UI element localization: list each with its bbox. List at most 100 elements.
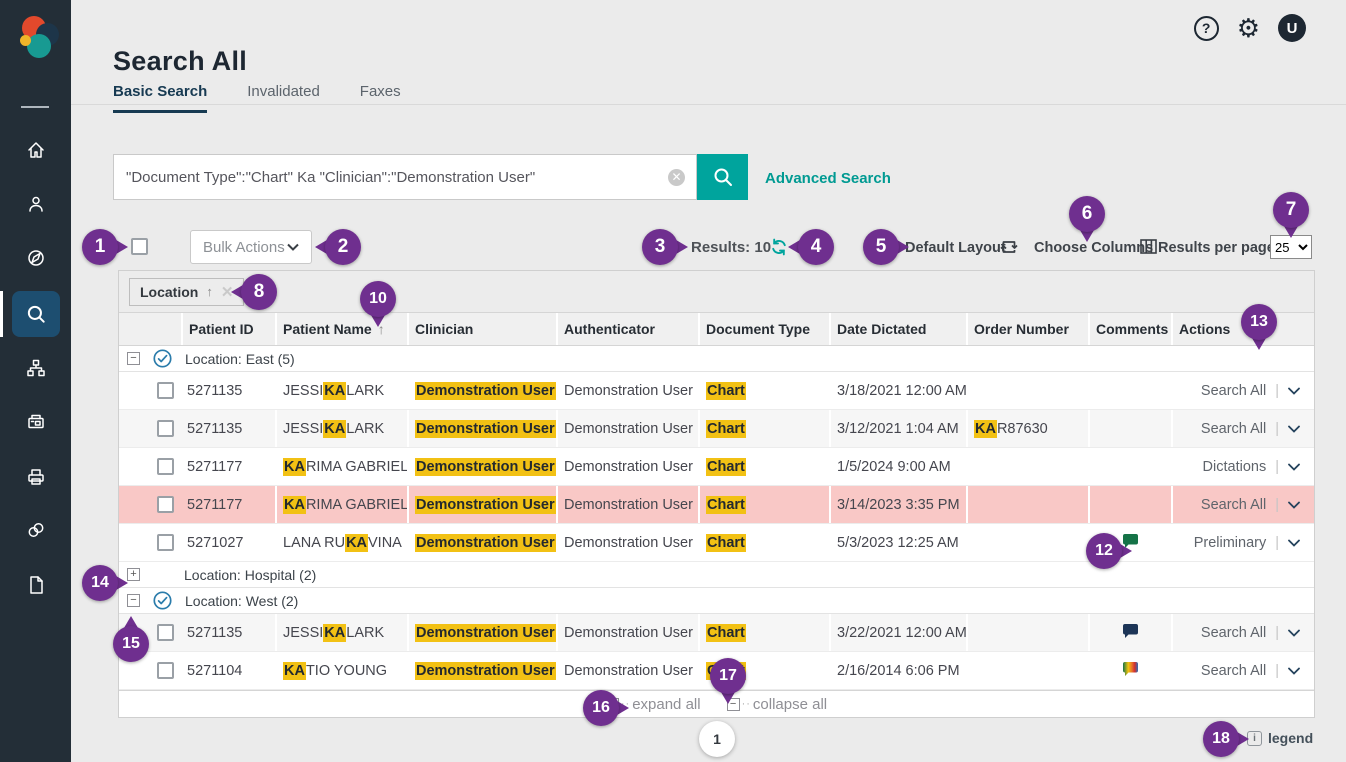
tab-invalidated[interactable]: Invalidated	[247, 83, 320, 113]
highlighted-text: Demonstration User	[415, 624, 556, 642]
group-selected-check-icon[interactable]	[153, 349, 172, 368]
column-header-authenticator[interactable]: Authenticator	[556, 313, 698, 345]
row-actions-cell: Search All|	[1171, 372, 1314, 409]
row-actions-chevron-icon[interactable]	[1288, 663, 1300, 679]
callout-number: 17	[710, 658, 746, 694]
callout-number: 13	[1241, 304, 1277, 340]
table-body: −Location: East (5)5271135JESSIKA LARKDe…	[119, 346, 1314, 690]
column-header-patient-id[interactable]: Patient ID	[181, 313, 275, 345]
date-dictated-cell: 3/14/2023 3:35 PM	[829, 486, 966, 523]
action-separator: |	[1275, 625, 1279, 641]
printer-icon[interactable]	[0, 455, 71, 499]
callout-badge-16: 16	[583, 690, 619, 726]
help-icon[interactable]: ?	[1194, 16, 1219, 41]
select-all-checkbox[interactable]	[131, 238, 148, 255]
document-icon[interactable]	[0, 563, 71, 607]
row-action-link[interactable]: Dictations	[1203, 459, 1267, 475]
column-header-document-type[interactable]: Document Type	[698, 313, 829, 345]
legend-button[interactable]: i legend	[1247, 730, 1313, 746]
callout-number: 8	[241, 274, 277, 310]
table-row: 5271027LANA RUKAVINADemonstration UserDe…	[119, 524, 1314, 562]
row-actions-cell: Search All |	[1171, 410, 1314, 447]
row-action-link[interactable]: Search All	[1201, 497, 1266, 513]
choose-columns-button[interactable]: Choose Columns	[1034, 240, 1153, 256]
highlighted-text: Demonstration User	[415, 496, 556, 514]
row-actions-chevron-icon[interactable]	[1288, 625, 1300, 641]
column-header-clinician[interactable]: Clinician	[407, 313, 556, 345]
bulk-actions-dropdown[interactable]: Bulk Actions	[190, 230, 312, 264]
authenticator-cell: Demonstration User	[556, 448, 698, 485]
authenticator-cell: Demonstration User	[556, 652, 698, 689]
row-actions-chevron-icon[interactable]	[1288, 383, 1300, 399]
row-actions-chevron-icon[interactable]	[1288, 535, 1300, 551]
row-checkbox-cell	[149, 448, 181, 485]
collapse-all-button[interactable]: −··collapse all	[727, 696, 828, 713]
compass-icon[interactable]	[0, 236, 71, 280]
text: LARK	[346, 625, 384, 641]
row-action-link[interactable]: Search All	[1201, 421, 1266, 437]
action-separator: |	[1275, 421, 1279, 437]
search-input[interactable]	[113, 154, 697, 200]
link-icon[interactable]	[0, 508, 71, 552]
gear-icon[interactable]: ⚙	[1237, 15, 1260, 41]
row-action-link[interactable]: Search All	[1201, 625, 1266, 641]
user-icon[interactable]	[0, 182, 71, 226]
group-selected-check-icon[interactable]	[153, 591, 172, 610]
tab-basic-search[interactable]: Basic Search	[113, 83, 207, 113]
group-by-chip-location[interactable]: Location ↑ ✕	[129, 278, 244, 306]
header-spacer-checkbox	[149, 313, 181, 345]
column-header-date-dictated[interactable]: Date Dictated	[829, 313, 966, 345]
home-icon[interactable]	[0, 128, 71, 172]
columns-icon[interactable]	[1140, 239, 1157, 259]
column-header-label: Actions	[1179, 321, 1230, 337]
row-checkbox[interactable]	[157, 534, 174, 551]
group-label: Location: West (2)	[185, 593, 298, 609]
action-separator: |	[1275, 459, 1279, 475]
callout-badge-10: 10	[360, 281, 396, 317]
row-checkbox[interactable]	[157, 624, 174, 641]
text: RIMA GABRIEL	[306, 497, 407, 513]
search-icon[interactable]	[0, 292, 71, 336]
clinician-cell: Demonstration User	[407, 410, 556, 447]
row-action-link[interactable]: Search All	[1201, 663, 1266, 679]
layout-repeat-icon[interactable]	[1000, 239, 1018, 260]
comment-rainbow-icon[interactable]	[1122, 661, 1139, 681]
chip-label: Location	[140, 284, 198, 300]
default-layout-button[interactable]: Default Layout	[905, 240, 1006, 256]
comment-navy-icon[interactable]	[1122, 623, 1139, 643]
column-header-comments[interactable]: Comments	[1088, 313, 1171, 345]
collapse-group-icon[interactable]: −	[127, 594, 140, 607]
collapse-group-icon[interactable]: −	[127, 352, 140, 365]
row-actions-chevron-icon[interactable]	[1288, 497, 1300, 513]
row-actions-chevron-icon[interactable]	[1288, 421, 1300, 437]
highlighted-text: KA	[283, 458, 306, 476]
user-avatar[interactable]: U	[1278, 14, 1306, 42]
row-checkbox[interactable]	[157, 420, 174, 437]
patient-name-cell: LANA RUKAVINA	[275, 524, 407, 561]
clear-search-icon[interactable]: ✕	[668, 169, 685, 186]
expand-group-icon[interactable]: +	[127, 568, 140, 581]
column-header-order-number[interactable]: Order Number	[966, 313, 1088, 345]
advanced-search-link[interactable]: Advanced Search	[765, 170, 891, 187]
document-type-cell: Chart	[698, 372, 829, 409]
row-action-link[interactable]: Search All	[1201, 383, 1266, 399]
pagination-page-1[interactable]: 1	[699, 721, 735, 757]
fax-icon[interactable]	[0, 400, 71, 444]
authenticator-cell: Demonstration User	[556, 486, 698, 523]
sort-asc-icon[interactable]: ↑	[206, 284, 213, 299]
refresh-icon[interactable]	[770, 238, 788, 261]
row-action-link[interactable]: Preliminary	[1194, 535, 1267, 551]
callout-badge-18: 18	[1203, 721, 1239, 757]
row-actions-chevron-icon[interactable]	[1288, 459, 1300, 475]
row-checkbox[interactable]	[157, 496, 174, 513]
search-button[interactable]	[697, 154, 748, 200]
sitemap-icon[interactable]	[0, 346, 71, 390]
row-checkbox[interactable]	[157, 662, 174, 679]
text: LANA RU	[283, 535, 345, 551]
results-per-page-select[interactable]: 25	[1270, 235, 1312, 259]
highlighted-text: KA	[345, 534, 368, 552]
row-checkbox[interactable]	[157, 382, 174, 399]
row-checkbox-cell	[149, 524, 181, 561]
tab-faxes[interactable]: Faxes	[360, 83, 401, 113]
row-checkbox[interactable]	[157, 458, 174, 475]
